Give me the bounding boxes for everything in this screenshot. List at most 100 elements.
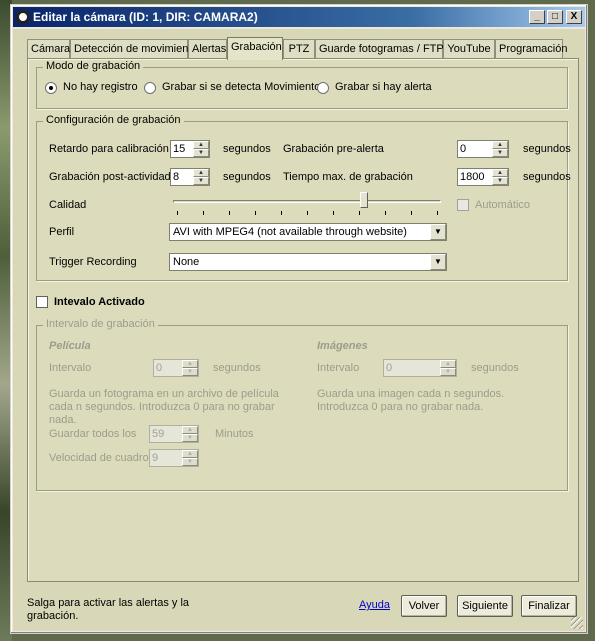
- spin-down-icon[interactable]: ▼: [182, 434, 198, 442]
- slider-tick: [177, 211, 178, 215]
- frame-rate-label: Velocidad de cuadro: [49, 452, 149, 464]
- spin-down-icon[interactable]: ▼: [440, 368, 456, 376]
- recording-panel: Modo de grabación No hay registro Grabar…: [27, 58, 579, 582]
- title-bar[interactable]: Editar la cámara (ID: 1, DIR: CAMARA2) _…: [13, 7, 585, 27]
- movie-interval-input[interactable]: [156, 361, 180, 375]
- spin-down-icon[interactable]: ▼: [193, 149, 209, 157]
- calibration-input[interactable]: [173, 142, 191, 156]
- postactivity-unit: segundos: [223, 171, 271, 183]
- spin-down-icon[interactable]: ▼: [492, 149, 508, 157]
- trigger-value: None: [173, 256, 200, 268]
- slider-tick: [359, 211, 360, 215]
- images-heading: Imágenes: [317, 340, 368, 352]
- radio-alert[interactable]: [317, 82, 329, 94]
- tab-grabacion[interactable]: Grabación: [227, 37, 283, 60]
- radio-alert-label[interactable]: Grabar si hay alerta: [335, 81, 432, 93]
- next-button[interactable]: Siguiente: [457, 595, 513, 617]
- spin-up-icon[interactable]: ▲: [492, 141, 508, 149]
- finish-button[interactable]: Finalizar: [521, 595, 577, 617]
- slider-tick: [333, 211, 334, 215]
- slider-tick: [437, 211, 438, 215]
- images-interval-unit: segundos: [471, 362, 519, 374]
- movie-heading: Película: [49, 340, 91, 352]
- calibration-unit: segundos: [223, 143, 271, 155]
- profile-select[interactable]: AVI with MPEG4 (not available through we…: [169, 223, 447, 241]
- radio-motion-label[interactable]: Grabar si se detecta Movimiento: [162, 81, 320, 93]
- radio-no-record[interactable]: [45, 82, 57, 94]
- spin-down-icon[interactable]: ▼: [492, 177, 508, 185]
- images-interval-label: Intervalo: [317, 362, 360, 374]
- tab-programacion[interactable]: Programación: [495, 39, 567, 59]
- interval-group: Intervalo de grabación Película Interval…: [36, 318, 568, 491]
- slider-tick: [411, 211, 412, 215]
- save-all-unit: Minutos: [215, 428, 254, 440]
- tab-alertas[interactable]: Alertas: [188, 39, 227, 59]
- maximize-button[interactable]: □: [547, 10, 563, 24]
- postactivity-input[interactable]: [173, 170, 191, 184]
- tab-youtube[interactable]: YouTube: [443, 39, 495, 59]
- frame-rate-spinner[interactable]: ▲▼: [149, 449, 199, 467]
- camera-edit-window: Editar la cámara (ID: 1, DIR: CAMARA2) _…: [10, 4, 588, 634]
- footer-note: Salga para activar las alertas y la grab…: [27, 597, 190, 622]
- maxtime-unit: segundos: [523, 171, 571, 183]
- spin-up-icon[interactable]: ▲: [182, 450, 198, 458]
- spin-up-icon[interactable]: ▲: [182, 426, 198, 434]
- spin-up-icon[interactable]: ▲: [193, 141, 209, 149]
- prealert-input[interactable]: [460, 142, 490, 156]
- images-help-text: Guarda una imagen cada n segundos. Intro…: [317, 388, 505, 413]
- back-button[interactable]: Volver: [401, 595, 447, 617]
- close-button[interactable]: X: [566, 10, 582, 24]
- interval-enabled-label[interactable]: Intevalo Activado: [54, 296, 145, 308]
- save-all-input[interactable]: [152, 427, 180, 441]
- quality-slider-thumb[interactable]: [360, 192, 369, 208]
- spin-down-icon[interactable]: ▼: [182, 458, 198, 466]
- slider-tick: [229, 211, 230, 215]
- tab-ftp[interactable]: Guarde fotogramas / FTP: [315, 39, 444, 59]
- movie-interval-spinner[interactable]: ▲▼: [153, 359, 199, 377]
- spin-down-icon[interactable]: ▼: [193, 177, 209, 185]
- spin-down-icon[interactable]: ▼: [182, 368, 198, 376]
- trigger-label: Trigger Recording: [49, 256, 137, 268]
- quality-slider[interactable]: [169, 192, 445, 216]
- calibration-label: Retardo para calibración: [49, 143, 169, 155]
- window-client: Cámara Detección de movimiento Alertas G…: [13, 29, 585, 631]
- dropdown-arrow-icon[interactable]: ▼: [430, 224, 446, 240]
- tab-camara[interactable]: Cámara: [27, 39, 70, 59]
- save-all-spinner[interactable]: ▲▼: [149, 425, 199, 443]
- spin-up-icon[interactable]: ▲: [193, 169, 209, 177]
- postactivity-spinner[interactable]: ▲▼: [170, 168, 210, 186]
- recording-config-group: Configuración de grabación Retardo para …: [36, 114, 571, 281]
- radio-no-record-label[interactable]: No hay registro: [63, 81, 138, 93]
- slider-tick: [385, 211, 386, 215]
- maxtime-input[interactable]: [460, 170, 490, 184]
- recording-config-title: Configuración de grabación: [43, 114, 184, 126]
- prealert-unit: segundos: [523, 143, 571, 155]
- dropdown-arrow-icon[interactable]: ▼: [430, 254, 446, 270]
- maxtime-label: Tiempo max. de grabación: [283, 171, 413, 183]
- spin-up-icon[interactable]: ▲: [492, 169, 508, 177]
- calibration-spinner[interactable]: ▲▼: [170, 140, 210, 158]
- radio-motion[interactable]: [144, 82, 156, 94]
- tab-deteccion[interactable]: Detección de movimiento: [70, 39, 198, 59]
- spin-up-icon[interactable]: ▲: [440, 360, 456, 368]
- window-title: Editar la cámara (ID: 1, DIR: CAMARA2): [33, 10, 258, 24]
- interval-group-title: Intervalo de grabación: [43, 318, 158, 330]
- interval-enabled-checkbox[interactable]: [36, 296, 48, 308]
- frame-rate-input[interactable]: [152, 451, 180, 465]
- resize-grip-icon[interactable]: [571, 617, 583, 629]
- recording-mode-title: Modo de grabación: [43, 60, 144, 72]
- images-interval-spinner[interactable]: ▲▼: [383, 359, 457, 377]
- spin-up-icon[interactable]: ▲: [182, 360, 198, 368]
- images-interval-input[interactable]: [386, 361, 438, 375]
- slider-tick: [203, 211, 204, 215]
- minimize-button[interactable]: _: [529, 10, 545, 24]
- maxtime-spinner[interactable]: ▲▼: [457, 168, 509, 186]
- profile-label: Perfil: [49, 226, 75, 238]
- profile-value: AVI with MPEG4 (not available through we…: [173, 226, 407, 238]
- tab-ptz[interactable]: PTZ: [283, 39, 315, 59]
- automatic-label: Automático: [475, 199, 531, 211]
- automatic-checkbox[interactable]: [457, 199, 469, 211]
- prealert-spinner[interactable]: ▲▼: [457, 140, 509, 158]
- trigger-select[interactable]: None ▼: [169, 253, 447, 271]
- help-link[interactable]: Ayuda: [359, 599, 390, 611]
